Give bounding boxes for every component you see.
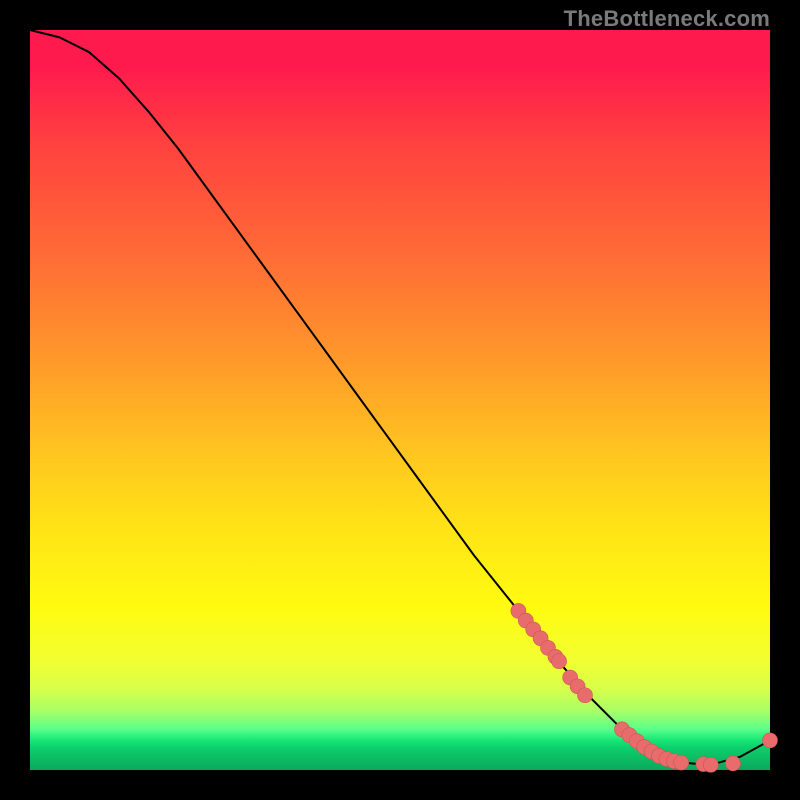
marker-dot xyxy=(552,654,567,669)
curve-svg xyxy=(30,30,770,770)
marker-dot xyxy=(578,688,593,703)
marker-dot xyxy=(703,757,718,772)
marker-dot xyxy=(726,756,741,771)
watermark-text: TheBottleneck.com xyxy=(564,6,770,32)
plot-area xyxy=(30,30,770,770)
marker-dot xyxy=(763,733,778,748)
bottleneck-curve xyxy=(30,30,770,765)
marker-group xyxy=(511,603,778,772)
chart-stage: TheBottleneck.com xyxy=(0,0,800,800)
marker-dot xyxy=(674,755,689,770)
